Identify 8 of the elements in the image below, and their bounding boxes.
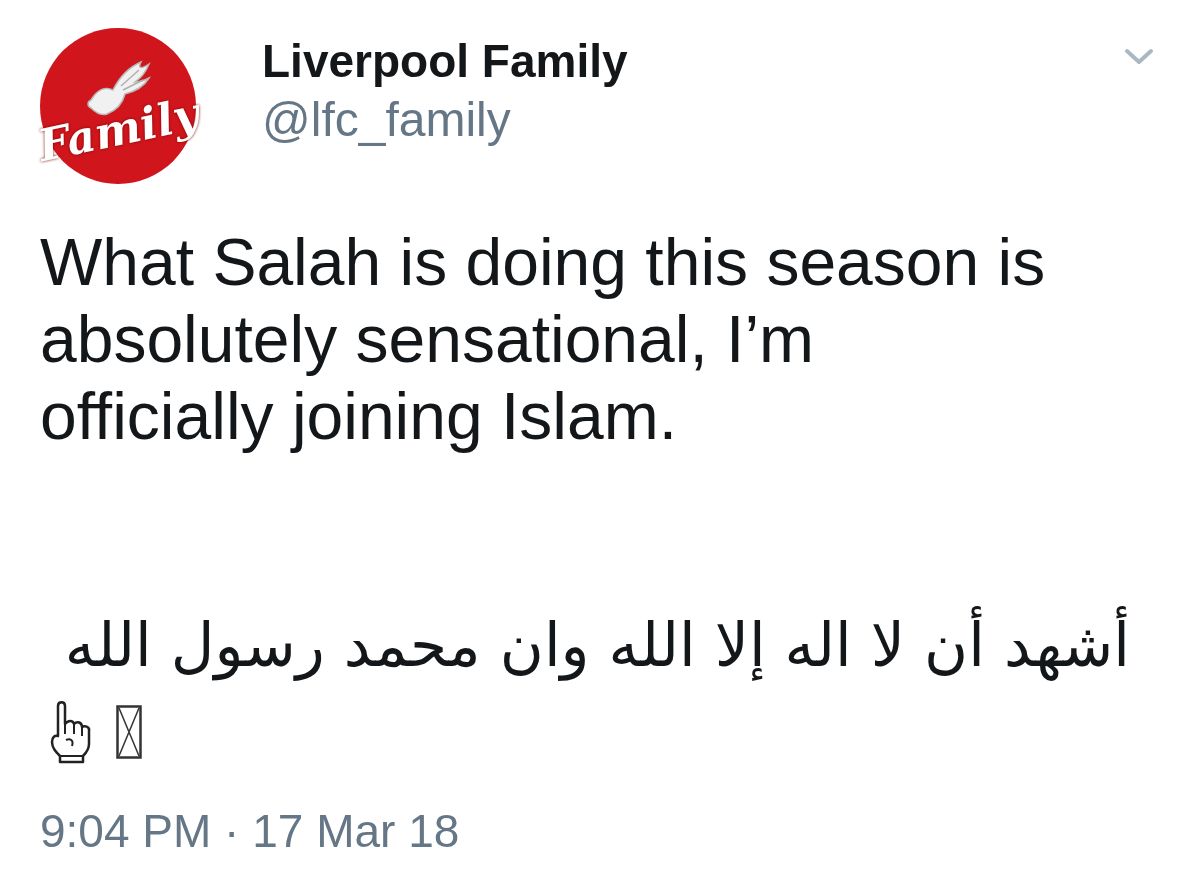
- missing-glyph-icon: [116, 705, 142, 759]
- chevron-down-icon: [1124, 48, 1154, 66]
- account-handle: @lfc_family: [262, 92, 511, 149]
- tweet-text: What Salah is doing this season is absolutely sensational, I’m officially joining Islam.: [40, 224, 1047, 455]
- account-name: Liverpool Family: [262, 34, 628, 89]
- logo-text: Family: [33, 91, 203, 169]
- tweet-text: أشهد أن لا اله إلا الله وان محمد رسول الله: [40, 605, 1130, 685]
- tweet-timestamp: 9:04 PM · 17 Mar 18: [40, 804, 460, 859]
